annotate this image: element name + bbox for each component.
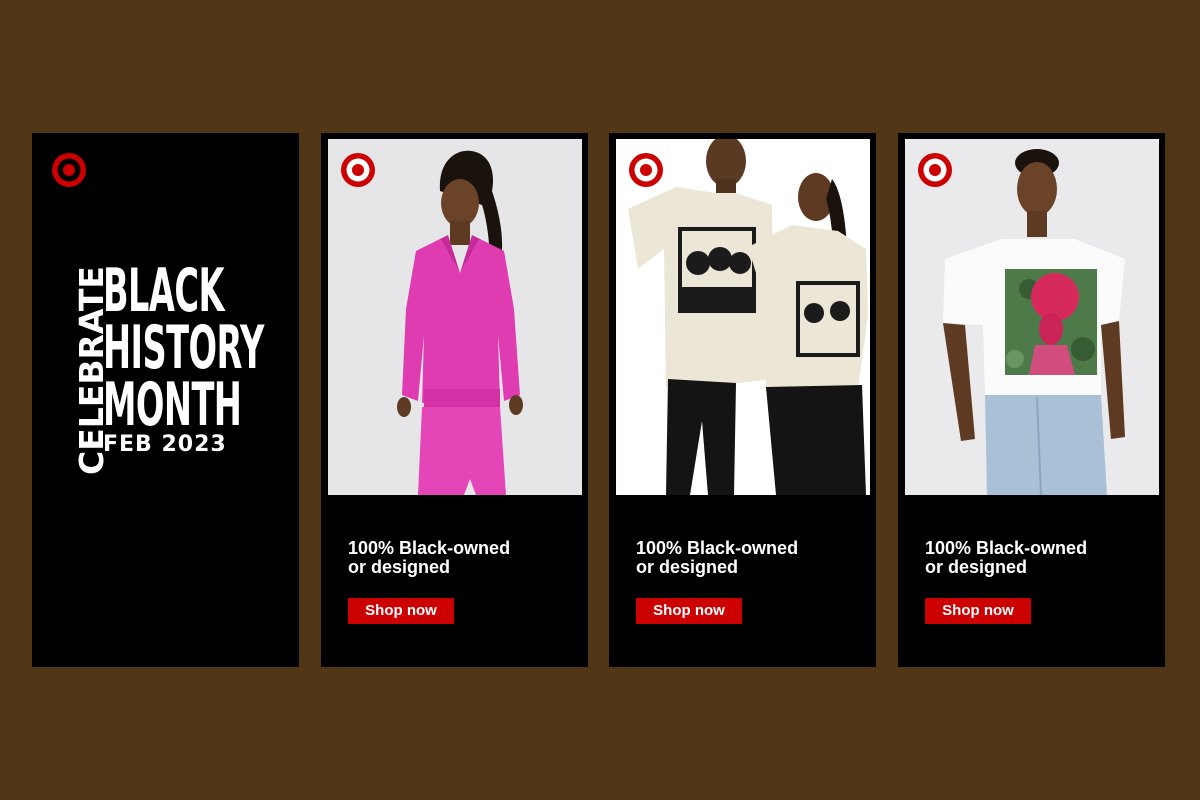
product-card-3[interactable]: 100% Black-owned or designed Shop now [898, 133, 1165, 667]
headline-panel: CELEBRATE BLACK HISTORY MONTH FEB 2023 [32, 133, 299, 667]
product-caption-2: 100% Black-owned or designed [636, 538, 799, 577]
headline-line-month: MONTH [103, 370, 242, 440]
product-caption-3: 100% Black-owned or designed [925, 538, 1088, 577]
product-card-1[interactable]: 100% Black-owned or designed Shop now [321, 133, 588, 667]
product-photo-2[interactable] [616, 139, 870, 495]
shop-now-button-3[interactable]: Shop now [925, 598, 1031, 624]
couple-in-graphic-tees-image [616, 139, 870, 495]
woman-in-art-print-tee-image [905, 139, 1159, 495]
headline-stack: BLACK HISTORY MONTH FEB 2023 [103, 256, 264, 456]
product-photo-1[interactable] [328, 139, 582, 495]
target-logo-icon [918, 153, 952, 187]
product-caption-1: 100% Black-owned or designed [348, 538, 511, 577]
shop-now-button-1[interactable]: Shop now [348, 598, 454, 624]
target-logo-icon [341, 153, 375, 187]
target-logo-icon [52, 153, 86, 187]
headline-line-history: HISTORY [103, 313, 264, 383]
target-logo-icon [629, 153, 663, 187]
headline-block: CELEBRATE BLACK HISTORY MONTH FEB 2023 [72, 256, 265, 483]
headline-line-black: BLACK [103, 256, 224, 326]
product-photo-3[interactable] [905, 139, 1159, 495]
shop-now-button-2[interactable]: Shop now [636, 598, 742, 624]
product-card-2[interactable]: 100% Black-owned or designed Shop now [609, 133, 876, 667]
woman-in-pink-outfit-image [328, 139, 582, 495]
